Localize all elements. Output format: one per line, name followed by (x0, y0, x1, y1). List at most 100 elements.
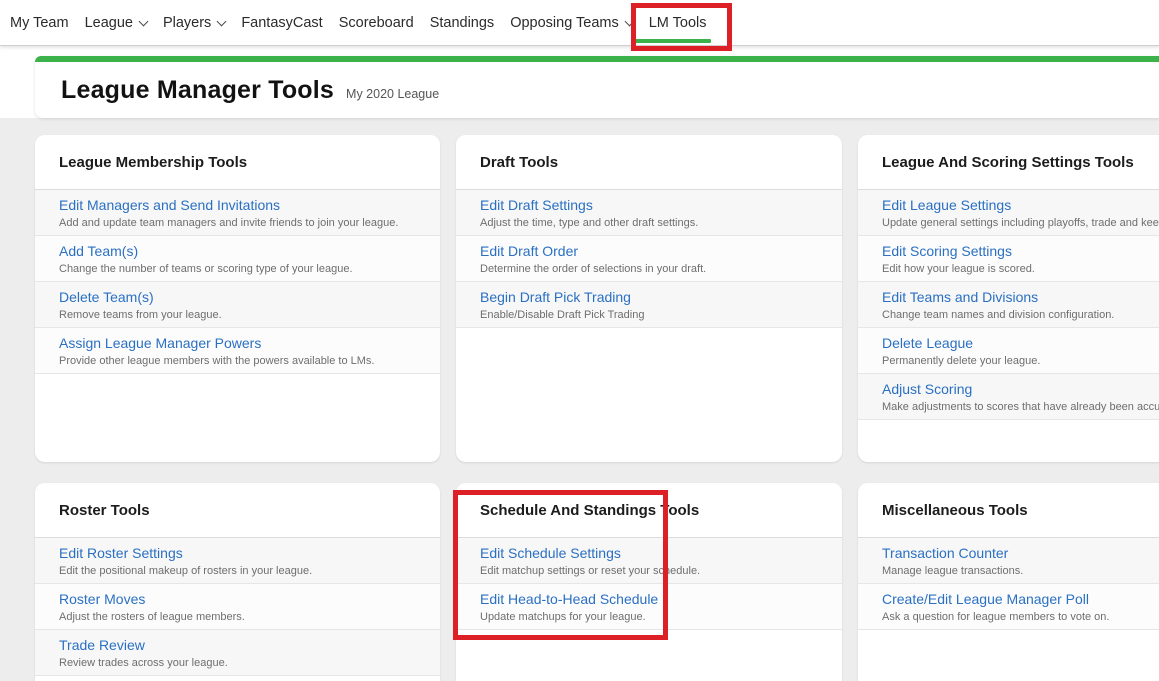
tool-row[interactable]: Edit League Settings Update general sett… (858, 190, 1159, 236)
page-title: League Manager Tools (61, 76, 335, 104)
tool-row[interactable]: Edit Draft Settings Adjust the time, typ… (456, 190, 842, 236)
card-miscellaneous-tools: Miscellaneous Tools Transaction Counter … (858, 483, 1159, 681)
tool-row[interactable]: Add Team(s) Change the number of teams o… (35, 236, 440, 282)
tool-row[interactable]: Create/Edit League Manager Poll Ask a qu… (858, 584, 1159, 630)
nav-item-label: My Team (10, 14, 69, 31)
nav-item-league[interactable]: League (79, 0, 153, 45)
edit-roster-settings-link[interactable]: Edit Roster Settings (59, 545, 183, 562)
create-edit-lm-poll-link[interactable]: Create/Edit League Manager Poll (882, 591, 1089, 608)
tool-description: Adjust the rosters of league members. (59, 611, 245, 623)
tool-description: Update general settings including playof… (882, 217, 1159, 229)
nav-item-fantasycast[interactable]: FantasyCast (235, 0, 328, 45)
tool-description: Edit matchup settings or reset your sche… (480, 565, 701, 577)
tool-list: Edit Roster Settings Edit the positional… (35, 538, 440, 676)
card-title: Roster Tools (35, 483, 440, 538)
tool-description: Permanently delete your league. (882, 355, 1041, 367)
league-name: My 2020 League (346, 87, 440, 101)
begin-draft-pick-trading-link[interactable]: Begin Draft Pick Trading (480, 289, 631, 306)
nav-item-scoreboard[interactable]: Scoreboard (333, 0, 420, 45)
tool-description: Enable/Disable Draft Pick Trading (480, 309, 645, 321)
tool-description: Remove teams from your league. (59, 309, 222, 321)
tool-description: Ask a question for league members to vot… (882, 611, 1110, 623)
delete-teams-link[interactable]: Delete Team(s) (59, 289, 154, 306)
tool-row[interactable]: Edit Teams and Divisions Change team nam… (858, 282, 1159, 328)
tool-description: Adjust the time, type and other draft se… (480, 217, 699, 229)
tool-description: Manage league transactions. (882, 565, 1024, 577)
tool-row[interactable]: Adjust Scoring Make adjustments to score… (858, 374, 1159, 420)
add-teams-link[interactable]: Add Team(s) (59, 243, 138, 260)
tool-description: Change team names and division configura… (882, 309, 1115, 321)
tool-description: Determine the order of selections in you… (480, 263, 707, 275)
nav-item-opposing-teams[interactable]: Opposing Teams (504, 0, 639, 45)
tool-row[interactable]: Delete League Permanently delete your le… (858, 328, 1159, 374)
nav-item-label: Standings (429, 14, 495, 31)
edit-teams-divisions-link[interactable]: Edit Teams and Divisions (882, 289, 1038, 306)
card-league-membership-tools: League Membership Tools Edit Managers an… (35, 135, 440, 462)
chevron-down-icon (624, 16, 635, 26)
tool-row[interactable]: Edit Head-to-Head Schedule Update matchu… (456, 584, 842, 630)
nav-item-label: Players (162, 14, 212, 31)
tool-description: Review trades across your league. (59, 657, 228, 669)
tool-row[interactable]: Edit Schedule Settings Edit matchup sett… (456, 538, 842, 584)
tool-row[interactable]: Transaction Counter Manage league transa… (858, 538, 1159, 584)
tool-list: Edit Managers and Send Invitations Add a… (35, 190, 440, 374)
transaction-counter-link[interactable]: Transaction Counter (882, 545, 1008, 562)
tool-row[interactable]: Edit Scoring Settings Edit how your leag… (858, 236, 1159, 282)
chevron-down-icon (138, 16, 149, 26)
tool-description: Make adjustments to scores that have alr… (882, 401, 1159, 413)
page-header-card: League Manager Tools My 2020 League (35, 56, 1159, 118)
tool-list: Edit Draft Settings Adjust the time, typ… (456, 190, 842, 328)
edit-managers-link[interactable]: Edit Managers and Send Invitations (59, 197, 280, 214)
roster-moves-link[interactable]: Roster Moves (59, 591, 145, 608)
edit-league-settings-link[interactable]: Edit League Settings (882, 197, 1011, 214)
nav-item-label: Scoreboard (338, 14, 414, 31)
tool-list: Edit Schedule Settings Edit matchup sett… (456, 538, 842, 630)
tool-row[interactable]: Edit Roster Settings Edit the positional… (35, 538, 440, 584)
tool-row[interactable]: Delete Team(s) Remove teams from your le… (35, 282, 440, 328)
edit-head-to-head-schedule-link[interactable]: Edit Head-to-Head Schedule (480, 591, 658, 608)
nav-item-my-team[interactable]: My Team (4, 0, 75, 45)
active-tab-indicator (634, 39, 711, 43)
nav-item-label: LM Tools (648, 14, 707, 31)
tool-row[interactable]: Assign League Manager Powers Provide oth… (35, 328, 440, 374)
tool-description: Edit how your league is scored. (882, 263, 1035, 275)
card-title: League And Scoring Settings Tools (858, 135, 1159, 190)
chevron-down-icon (216, 16, 227, 26)
nav-item-label: FantasyCast (241, 14, 323, 31)
tool-row[interactable]: Edit Managers and Send Invitations Add a… (35, 190, 440, 236)
edit-schedule-settings-link[interactable]: Edit Schedule Settings (480, 545, 621, 562)
green-accent-bar (35, 56, 1159, 62)
card-title: Schedule And Standings Tools (456, 483, 842, 538)
nav-item-standings[interactable]: Standings (424, 0, 501, 45)
tool-row[interactable]: Roster Moves Adjust the rosters of leagu… (35, 584, 440, 630)
card-roster-tools: Roster Tools Edit Roster Settings Edit t… (35, 483, 440, 681)
card-league-scoring-settings-tools: League And Scoring Settings Tools Edit L… (858, 135, 1159, 462)
delete-league-link[interactable]: Delete League (882, 335, 973, 352)
tool-description: Provide other league members with the po… (59, 355, 375, 367)
trade-review-link[interactable]: Trade Review (59, 637, 145, 654)
assign-lm-powers-link[interactable]: Assign League Manager Powers (59, 335, 261, 352)
nav-item-label: Opposing Teams (510, 14, 619, 31)
edit-draft-order-link[interactable]: Edit Draft Order (480, 243, 578, 260)
nav-item-label: League (84, 14, 133, 31)
nav-item-lm-tools[interactable]: LM Tools (630, 0, 732, 51)
tool-description: Add and update team managers and invite … (59, 217, 399, 229)
card-title: Miscellaneous Tools (858, 483, 1159, 538)
edit-scoring-settings-link[interactable]: Edit Scoring Settings (882, 243, 1012, 260)
card-schedule-standings-tools: Schedule And Standings Tools Edit Schedu… (456, 483, 842, 681)
card-title: Draft Tools (456, 135, 842, 190)
adjust-scoring-link[interactable]: Adjust Scoring (882, 381, 972, 398)
tools-grid: League Membership Tools Edit Managers an… (35, 135, 1159, 681)
tool-row[interactable]: Trade Review Review trades across your l… (35, 630, 440, 676)
edit-draft-settings-link[interactable]: Edit Draft Settings (480, 197, 593, 214)
card-draft-tools: Draft Tools Edit Draft Settings Adjust t… (456, 135, 842, 462)
tool-description: Update matchups for your league. (480, 611, 646, 623)
tool-row[interactable]: Begin Draft Pick Trading Enable/Disable … (456, 282, 842, 328)
card-title: League Membership Tools (35, 135, 440, 190)
tool-list: Edit League Settings Update general sett… (858, 190, 1159, 420)
nav-item-players[interactable]: Players (157, 0, 231, 45)
tool-row[interactable]: Edit Draft Order Determine the order of … (456, 236, 842, 282)
tool-description: Edit the positional makeup of rosters in… (59, 565, 313, 577)
top-navigation: My Team League Players FantasyCast Score… (0, 0, 1159, 51)
tool-list: Transaction Counter Manage league transa… (858, 538, 1159, 630)
